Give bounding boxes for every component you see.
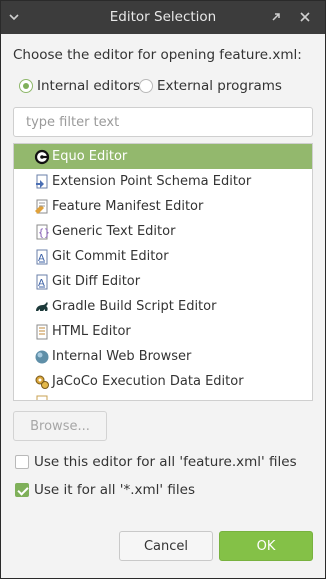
html-file-icon: [36, 324, 48, 339]
checkbox-xml-label: Use it for all '*.xml' files: [34, 482, 196, 498]
list-item-label: HTML Editor: [52, 324, 131, 339]
svg-text:{}: {}: [38, 228, 50, 239]
list-item[interactable]: A Git Commit Editor: [14, 244, 312, 269]
schema-icon: [36, 174, 48, 188]
radio-button-internal[interactable]: [19, 79, 33, 93]
prompt-label: Choose the editor for opening feature.xm…: [13, 47, 302, 63]
list-item-label: Generic Text Editor: [52, 224, 176, 239]
close-icon[interactable]: [297, 9, 313, 25]
globe-icon: [35, 350, 49, 363]
editor-selection-dialog: Editor Selection Choose the editor for o…: [0, 0, 326, 579]
jacoco-icon: [35, 375, 49, 389]
list-item-label: Gradle Build Script Editor: [52, 299, 217, 314]
list-item[interactable]: {} Generic Text Editor: [14, 219, 312, 244]
list-item-partial: [14, 394, 312, 400]
list-item-label: Equo Editor: [52, 149, 128, 164]
checkbox-use-for-feature[interactable]: Use this editor for all 'feature.xml' fi…: [15, 453, 297, 471]
checkbox-use-for-xml[interactable]: Use it for all '*.xml' files: [15, 481, 195, 499]
editor-list[interactable]: Equo Editor Extension Point Schema Edito…: [13, 143, 313, 401]
list-item[interactable]: Feature Manifest Editor: [14, 194, 312, 219]
file-icon: [36, 395, 48, 400]
list-item[interactable]: Gradle Build Script Editor: [14, 294, 312, 319]
checkbox-feature-box[interactable]: [15, 455, 29, 469]
gradle-icon: [36, 301, 48, 311]
text-editor-icon: {}: [36, 224, 50, 239]
radio-external-label: External programs: [157, 78, 282, 94]
list-item-label: Git Commit Editor: [52, 249, 169, 264]
list-item[interactable]: Internal Web Browser: [14, 344, 312, 369]
radio-button-external[interactable]: [139, 79, 153, 93]
checkbox-xml-box[interactable]: [15, 483, 29, 497]
cancel-button[interactable]: Cancel: [119, 531, 213, 561]
list-item-label: Extension Point Schema Editor: [52, 174, 252, 189]
checkbox-feature-label: Use this editor for all 'feature.xml' fi…: [34, 454, 297, 470]
list-item[interactable]: A Git Diff Editor: [14, 269, 312, 294]
list-item-label: Git Diff Editor: [52, 274, 141, 289]
list-item-label: Internal Web Browser: [52, 349, 192, 364]
list-item[interactable]: Equo Editor: [14, 144, 312, 169]
filter-input[interactable]: [13, 107, 313, 137]
list-item[interactable]: Extension Point Schema Editor: [14, 169, 312, 194]
restore-icon[interactable]: [268, 9, 284, 25]
feature-manifest-icon: [35, 199, 48, 214]
list-item[interactable]: JaCoCo Execution Data Editor: [14, 369, 312, 394]
git-commit-icon: A: [36, 249, 48, 264]
browse-button[interactable]: Browse...: [13, 411, 107, 441]
radio-internal-label: Internal editors: [37, 78, 141, 94]
git-diff-icon: A: [36, 274, 48, 289]
list-item-label: Feature Manifest Editor: [52, 199, 204, 214]
equo-icon: [34, 149, 50, 164]
radio-external-programs[interactable]: External programs: [139, 77, 282, 95]
title-bar: Editor Selection: [1, 1, 325, 34]
list-item-label: JaCoCo Execution Data Editor: [52, 374, 244, 389]
radio-internal-editors[interactable]: Internal editors: [19, 77, 140, 95]
list-item[interactable]: HTML Editor: [14, 319, 312, 344]
ok-button[interactable]: OK: [219, 531, 313, 561]
